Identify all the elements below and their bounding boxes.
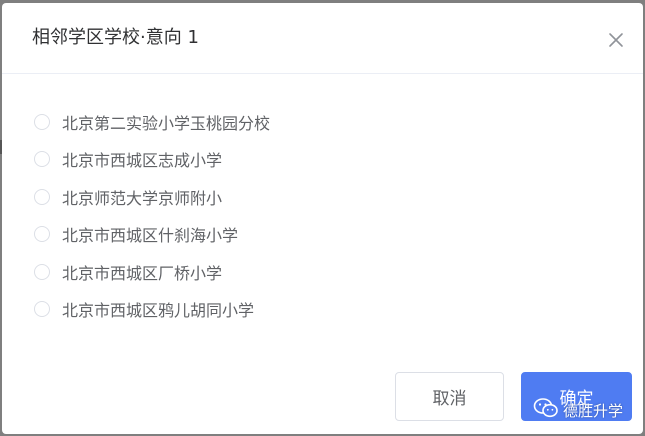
- close-icon[interactable]: [605, 29, 627, 51]
- radio-option-label: 北京市西城区厂桥小学: [62, 263, 223, 283]
- radio-option[interactable]: 北京市西城区鸦儿胡同小学: [32, 291, 270, 329]
- school-selection-dialog: 相邻学区学校·意向 1 北京第二实验小学玉桃园分校 北京市西城区志成小学 北京师…: [2, 3, 643, 434]
- radio-option[interactable]: 北京市西城区厂桥小学: [32, 253, 270, 291]
- radio-circle[interactable]: [34, 151, 50, 168]
- dialog-header: 相邻学区学校·意向 1: [2, 3, 643, 74]
- radio-option[interactable]: 北京市西城区什刹海小学: [32, 216, 270, 254]
- radio-option-label: 北京市西城区什刹海小学: [62, 226, 239, 246]
- radio-option-label: 北京师范大学京师附小: [62, 188, 223, 208]
- dialog-title: 相邻学区学校·意向 1: [32, 27, 199, 48]
- radio-option[interactable]: 北京市西城区志成小学: [32, 141, 270, 179]
- school-radio-group: 北京第二实验小学玉桃园分校 北京市西城区志成小学 北京师范大学京师附小 北京市西…: [32, 103, 270, 328]
- radio-circle[interactable]: [34, 301, 50, 318]
- wechat-icon: [533, 397, 559, 423]
- radio-circle[interactable]: [34, 226, 50, 243]
- radio-option[interactable]: 北京师范大学京师附小: [32, 178, 270, 216]
- radio-option-label: 北京市西城区志成小学: [62, 151, 223, 171]
- watermark-text: 德胜升学: [563, 401, 624, 420]
- radio-circle[interactable]: [34, 188, 50, 205]
- radio-option-label: 北京第二实验小学玉桃园分校: [62, 113, 271, 133]
- radio-circle[interactable]: [34, 113, 50, 130]
- watermark: 德胜升学: [533, 395, 623, 425]
- radio-circle[interactable]: [34, 263, 50, 280]
- cancel-button[interactable]: 取消: [395, 372, 504, 421]
- radio-option[interactable]: 北京第二实验小学玉桃园分校: [32, 103, 270, 141]
- radio-option-label: 北京市西城区鸦儿胡同小学: [62, 301, 255, 321]
